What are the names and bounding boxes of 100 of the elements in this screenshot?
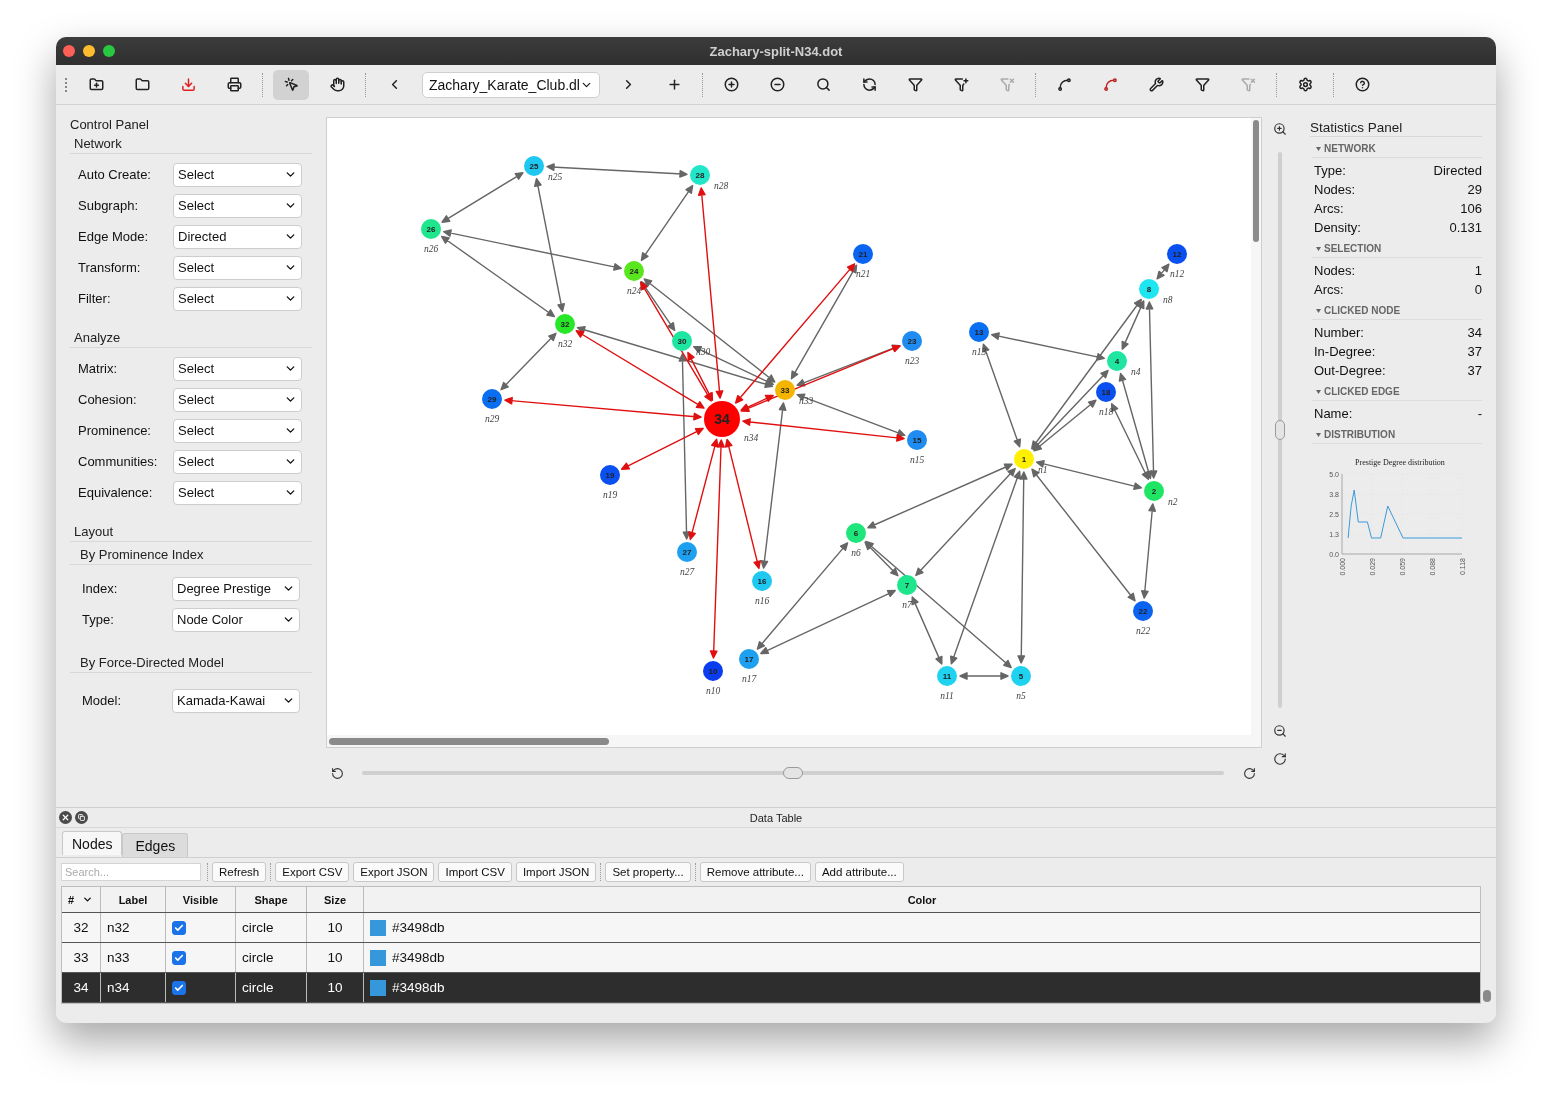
toolbar-button[interactable]: Set property... [605, 862, 691, 882]
dropdown[interactable]: Select [173, 162, 302, 187]
graph-node[interactable] [902, 331, 922, 351]
section-header[interactable]: DISTRIBUTION [1312, 423, 1482, 444]
graph-node[interactable] [752, 571, 772, 591]
section-header[interactable]: CLICKED EDGE [1312, 380, 1482, 401]
graph-node[interactable] [600, 465, 620, 485]
node-number: 19 [605, 471, 615, 480]
section-header[interactable]: SELECTION [1312, 237, 1482, 258]
toolbar-button[interactable]: Import CSV [438, 862, 512, 882]
column-header[interactable]: Visible [182, 893, 219, 906]
graph-node[interactable] [624, 261, 644, 281]
dropdown[interactable]: Select [173, 387, 302, 412]
dropdown[interactable]: Select [173, 193, 302, 218]
graph-node[interactable] [555, 314, 575, 334]
dropdown[interactable]: Directed [173, 224, 302, 249]
edge-arrow [500, 332, 557, 391]
scrollbar-thumb[interactable] [1483, 990, 1491, 1002]
graph-node[interactable] [739, 649, 759, 669]
minimize-window-button[interactable] [83, 45, 95, 57]
checkmark-icon [174, 952, 184, 963]
graph-node[interactable] [969, 322, 989, 342]
column-header[interactable]: Label [118, 893, 148, 906]
tab[interactable]: Edges [122, 833, 189, 857]
graph-node[interactable] [677, 542, 697, 562]
slider-thumb[interactable] [783, 767, 803, 779]
table-row[interactable]: 33 n33 circle 10 #3498db [62, 943, 1480, 973]
toolbar-button[interactable]: Import JSON [515, 862, 597, 882]
graph-node[interactable] [1107, 351, 1127, 371]
node-number: 18 [1101, 388, 1111, 397]
column-header[interactable]: Color [907, 893, 937, 906]
checkbox[interactable] [172, 950, 186, 965]
toolbar-button[interactable]: Refresh [212, 862, 267, 882]
graph-node[interactable] [1011, 666, 1031, 686]
column-header[interactable]: Size [324, 893, 346, 906]
section-title: Layout [70, 524, 312, 542]
close-button[interactable] [59, 811, 72, 824]
graph-node[interactable] [482, 389, 502, 409]
dropdown[interactable]: Kamada-Kawai [172, 688, 300, 713]
column-header[interactable]: Shape [254, 893, 288, 906]
checkbox[interactable] [172, 980, 186, 995]
graph-node[interactable] [846, 523, 866, 543]
scrollbar-thumb[interactable] [1253, 120, 1259, 242]
graph-node[interactable] [937, 666, 957, 686]
dropdown[interactable]: Select [173, 418, 302, 443]
graph-node[interactable] [1167, 244, 1187, 264]
graph-node[interactable] [421, 219, 441, 239]
toolbar-button[interactable]: Export JSON [353, 862, 435, 882]
graph-node[interactable] [703, 661, 723, 681]
field-label: Edge Mode: [78, 229, 150, 244]
search-field[interactable]: Search... [61, 863, 201, 881]
dropdown[interactable]: Select [173, 286, 302, 311]
subsection-title: By Prominence Index [70, 547, 312, 565]
toolbar-button[interactable]: Export CSV [275, 862, 350, 882]
dropdown[interactable]: Degree Prestige [172, 576, 300, 601]
tab[interactable]: Nodes [62, 831, 123, 855]
funnel-plus-icon [953, 77, 969, 92]
graph-node[interactable] [1133, 601, 1153, 621]
graph-node[interactable] [1139, 279, 1159, 299]
graph-node[interactable] [853, 244, 873, 264]
graph-node[interactable] [1014, 449, 1034, 469]
graph-node[interactable] [524, 156, 544, 176]
pointer-icon [283, 77, 299, 92]
graph-node[interactable] [704, 401, 740, 437]
node-label: n6 [851, 548, 861, 558]
node-number: 23 [907, 337, 917, 346]
dropdown[interactable]: Select [173, 449, 302, 474]
close-window-button[interactable] [63, 45, 75, 57]
dropdown[interactable]: Node Color [172, 607, 300, 632]
stat-label: Number: [1314, 325, 1364, 340]
graph-node[interactable] [775, 380, 795, 400]
graph-node[interactable] [672, 331, 692, 351]
pointer-tool-button[interactable] [273, 69, 309, 100]
window-title: Zachary-split-N34.dot [709, 43, 843, 59]
dropdown[interactable]: Select [173, 480, 302, 505]
graph-node[interactable] [1144, 481, 1164, 501]
graph-node[interactable] [690, 165, 710, 185]
node-label: n28 [714, 181, 729, 191]
table-cell: #3498db [392, 980, 445, 995]
section-header[interactable]: NETWORK [1312, 137, 1482, 158]
dropdown[interactable]: Select [173, 356, 302, 381]
table-row[interactable]: 32 n32 circle 10 #3498db [62, 913, 1480, 943]
node-label: n16 [754, 596, 770, 606]
file-selector[interactable]: Zachary_Karate_Club.dl [422, 71, 600, 98]
slider-thumb[interactable] [1275, 420, 1285, 440]
graph-node[interactable] [907, 430, 927, 450]
table-row[interactable]: 34 n34 circle 10 #3498db [62, 973, 1480, 1003]
node-number: 29 [487, 395, 497, 404]
dropdown[interactable]: Select [173, 255, 302, 280]
section-header[interactable]: CLICKED NODE [1312, 299, 1482, 320]
restore-button[interactable] [75, 811, 88, 824]
graph-node[interactable] [897, 575, 917, 595]
toolbar-button[interactable]: Remove attribute... [699, 862, 811, 882]
scrollbar-thumb[interactable] [329, 737, 609, 745]
checkbox[interactable] [172, 920, 186, 935]
graph-node[interactable] [1096, 382, 1116, 402]
zoom-window-button[interactable] [103, 45, 115, 57]
node-number: 16 [757, 577, 767, 586]
column-header[interactable]: # [68, 893, 75, 906]
toolbar-button[interactable]: Add attribute... [814, 862, 904, 882]
